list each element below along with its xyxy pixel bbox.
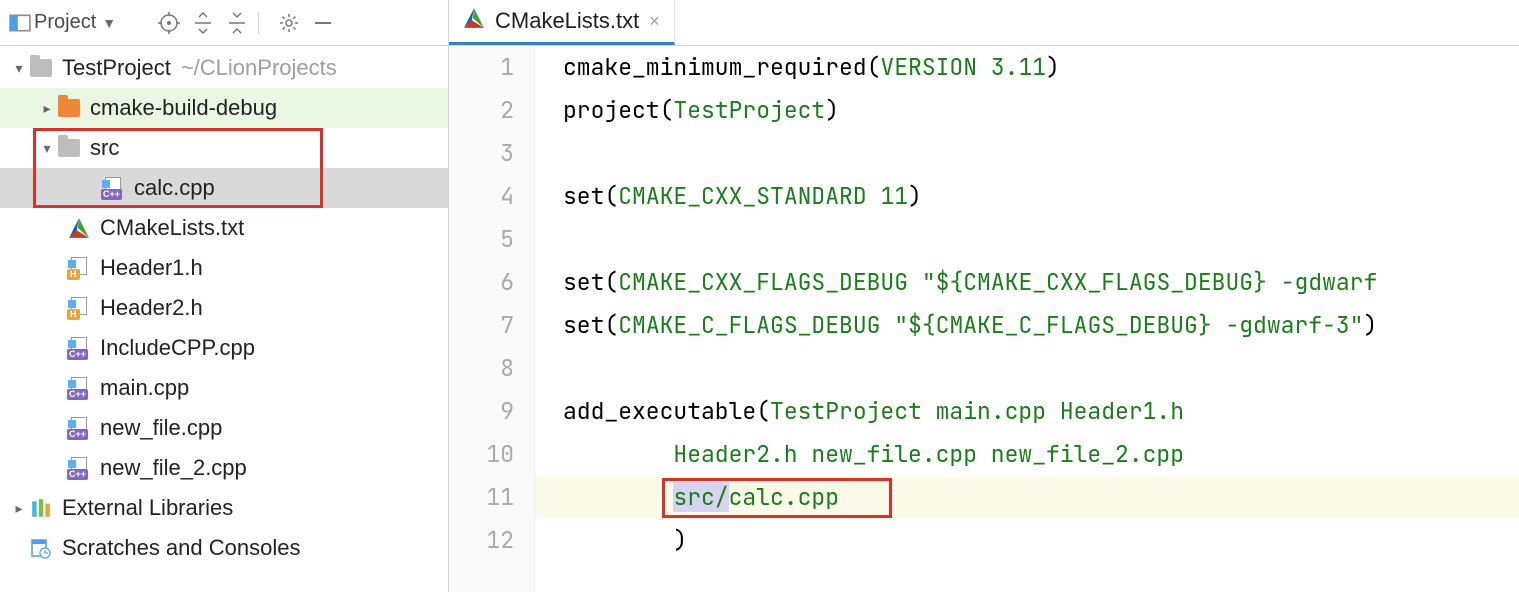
editor-tab[interactable]: CMakeLists.txt ×: [449, 0, 675, 45]
code-line[interactable]: set(CMAKE_C_FLAGS_DEBUG "${CMAKE_C_FLAGS…: [535, 304, 1519, 347]
code-line[interactable]: add_executable(TestProject main.cpp Head…: [535, 390, 1519, 433]
gutter-line: 5: [449, 218, 514, 261]
tree-label: CMakeLists.txt: [100, 215, 244, 241]
folder-icon: [56, 95, 82, 121]
gutter-line: 2: [449, 89, 514, 132]
tree-item-external-libs[interactable]: ▸ External Libraries: [0, 488, 448, 528]
gutter-line: 12: [449, 519, 514, 562]
cpp-file-icon: C++: [100, 175, 126, 201]
tree-item-main[interactable]: C++ main.cpp: [0, 368, 448, 408]
project-view-label: Project: [34, 11, 96, 34]
locate-file-button[interactable]: [152, 6, 186, 40]
code-line[interactable]: [535, 218, 1519, 261]
code-line[interactable]: project(TestProject): [535, 89, 1519, 132]
tree-label: calc.cpp: [134, 175, 215, 201]
toolwindow-icon: [6, 6, 34, 40]
tree-label: new_file.cpp: [100, 415, 222, 441]
gutter-line: 1: [449, 46, 514, 89]
gutter-line: 7: [449, 304, 514, 347]
project-view-selector[interactable]: Project ▼: [34, 11, 122, 34]
gutter-line: 10: [449, 433, 514, 476]
project-tool-window: Project ▼ ▾ T: [0, 0, 449, 592]
tree-item-header2[interactable]: H Header2.h: [0, 288, 448, 328]
tree-item-src[interactable]: ▾ src: [0, 128, 448, 168]
gutter-line: 4: [449, 175, 514, 218]
code-line[interactable]: [535, 132, 1519, 175]
code-line[interactable]: Header2.h new_file.cpp new_file_2.cpp: [535, 433, 1519, 476]
code-line[interactable]: [535, 347, 1519, 390]
settings-button[interactable]: [272, 6, 306, 40]
cpp-file-icon: C++: [66, 375, 92, 401]
expand-arrow-icon[interactable]: ▸: [10, 500, 28, 517]
gutter-line: 8: [449, 347, 514, 390]
gutter-line: 3: [449, 132, 514, 175]
close-tab-button[interactable]: ×: [649, 11, 660, 32]
tree-label: new_file_2.cpp: [100, 455, 247, 481]
expand-all-button[interactable]: [186, 6, 220, 40]
chevron-down-icon: ▼: [102, 15, 116, 31]
expand-arrow-icon[interactable]: ▸: [38, 100, 56, 117]
cpp-file-icon: C++: [66, 335, 92, 361]
cmake-file-icon: [66, 215, 92, 241]
editor-tab-bar: CMakeLists.txt ×: [449, 0, 1519, 46]
hide-toolwindow-button[interactable]: [306, 6, 340, 40]
tree-label: src: [90, 135, 119, 161]
code-line-current[interactable]: src/calc.cpp: [535, 476, 1519, 519]
tree-item-scratches[interactable]: Scratches and Consoles: [0, 528, 448, 568]
tree-label: IncludeCPP.cpp: [100, 335, 255, 361]
tree-label: TestProject: [62, 55, 171, 81]
tree-label: External Libraries: [62, 495, 233, 521]
code-lines[interactable]: cmake_minimum_required(VERSION 3.11) pro…: [535, 46, 1519, 592]
editor-pane: CMakeLists.txt × 1 2 3 4 5 6 7 8 9 10 11…: [449, 0, 1519, 592]
expand-arrow-icon[interactable]: ▾: [38, 140, 56, 157]
tree-label: cmake-build-debug: [90, 95, 277, 121]
gutter-line: 11: [449, 476, 514, 519]
cmake-file-icon: [463, 7, 485, 35]
tree-path-hint: ~/CLionProjects: [181, 55, 337, 81]
tree-item-header1[interactable]: H Header1.h: [0, 248, 448, 288]
gutter-line: 9: [449, 390, 514, 433]
code-line[interactable]: set(CMAKE_CXX_FLAGS_DEBUG "${CMAKE_CXX_F…: [535, 261, 1519, 304]
project-tree[interactable]: ▾ TestProject ~/CLionProjects ▸ cmake-bu…: [0, 46, 448, 592]
tree-item-cmake-build-debug[interactable]: ▸ cmake-build-debug: [0, 88, 448, 128]
cpp-file-icon: C++: [66, 415, 92, 441]
code-line[interactable]: set(CMAKE_CXX_STANDARD 11): [535, 175, 1519, 218]
external-libraries-icon: [28, 495, 54, 521]
tree-label: Header1.h: [100, 255, 203, 281]
tree-label: main.cpp: [100, 375, 189, 401]
header-file-icon: H: [66, 295, 92, 321]
folder-icon: [28, 55, 54, 81]
gutter-line: 6: [449, 261, 514, 304]
header-file-icon: H: [66, 255, 92, 281]
code-line[interactable]: cmake_minimum_required(VERSION 3.11): [535, 46, 1519, 89]
project-toolbar: Project ▼: [0, 0, 448, 46]
editor-tab-label: CMakeLists.txt: [495, 8, 639, 34]
tree-item-newfile2[interactable]: C++ new_file_2.cpp: [0, 448, 448, 488]
tree-label: Header2.h: [100, 295, 203, 321]
cpp-file-icon: C++: [66, 455, 92, 481]
editor-gutter: 1 2 3 4 5 6 7 8 9 10 11 12: [449, 46, 535, 592]
code-line[interactable]: ): [535, 519, 1519, 562]
tree-label: Scratches and Consoles: [62, 535, 300, 561]
tree-item-includecpp[interactable]: C++ IncludeCPP.cpp: [0, 328, 448, 368]
code-editor[interactable]: 1 2 3 4 5 6 7 8 9 10 11 12 cmake_minimum…: [449, 46, 1519, 592]
tree-root[interactable]: ▾ TestProject ~/CLionProjects: [0, 48, 448, 88]
tree-item-calc[interactable]: C++ calc.cpp: [0, 168, 448, 208]
folder-icon: [56, 135, 82, 161]
tree-item-newfile[interactable]: C++ new_file.cpp: [0, 408, 448, 448]
collapse-all-button[interactable]: [220, 6, 254, 40]
expand-arrow-icon[interactable]: ▾: [10, 60, 28, 77]
scratches-icon: [28, 535, 54, 561]
tree-item-cmakelists[interactable]: CMakeLists.txt: [0, 208, 448, 248]
